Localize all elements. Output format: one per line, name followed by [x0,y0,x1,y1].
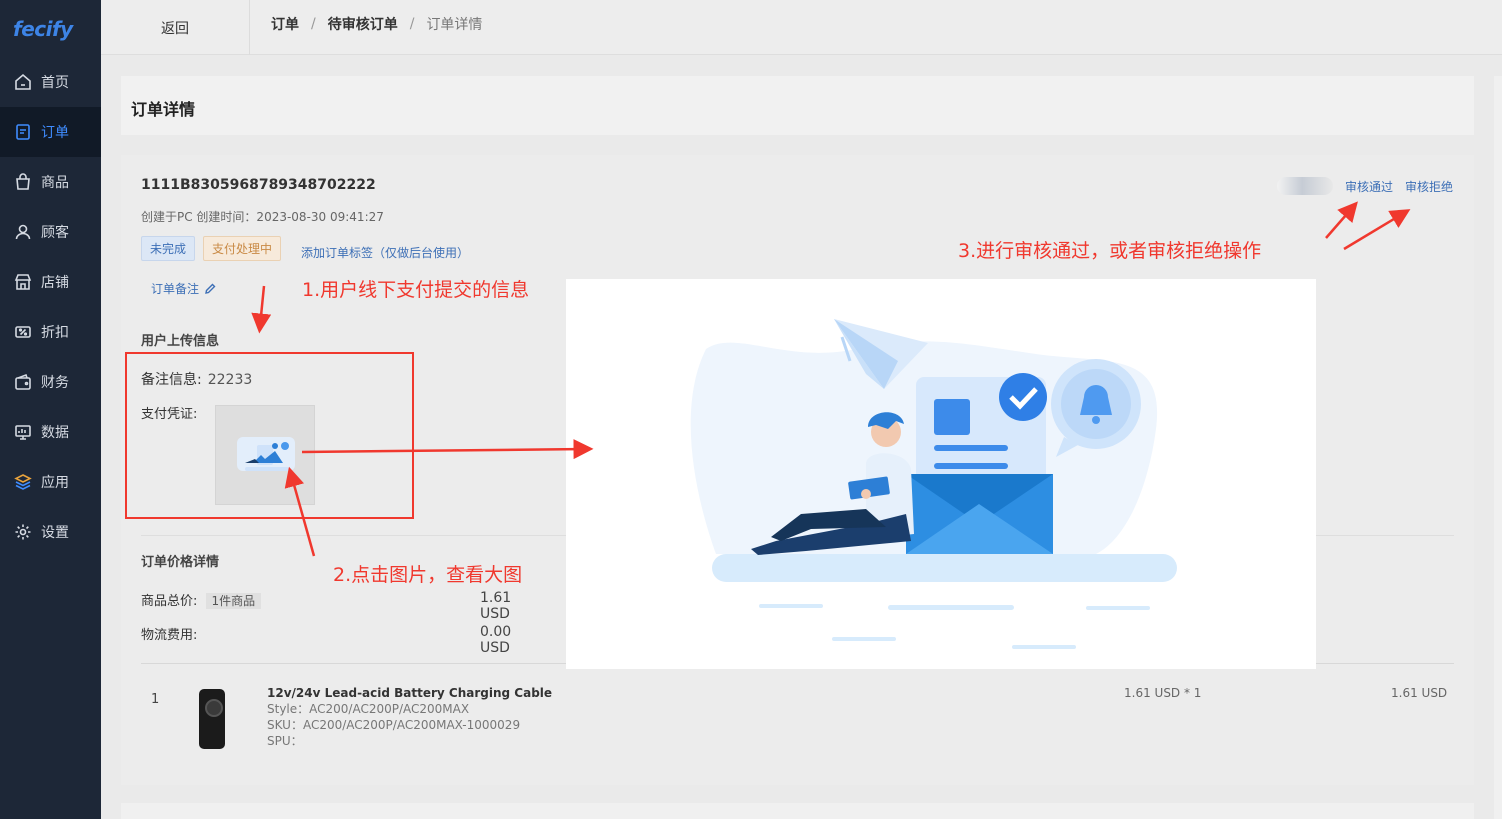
price-detail-title: 订单价格详情 [141,555,220,570]
image-preview-modal[interactable] [566,279,1316,669]
annotation-step2: 2.点击图片，查看大图 [333,564,523,586]
email-illustration [690,319,1177,649]
sidebar-item-orders[interactable]: 订单 [0,107,101,157]
product-sku: SKU：AC200/AC200P/AC200MAX-1000029 [267,718,521,732]
breadcrumb-pending-orders[interactable]: 待审核订单 [328,14,398,34]
sidebar-item-products[interactable]: 商品 [0,157,101,207]
breadcrumb-separator: / [409,16,415,32]
sidebar-item-label: 设置 [41,525,69,541]
shipping-label: 物流费用: [141,628,198,643]
shipping-row: 物流费用: 0.00 USD [141,624,541,656]
upload-info-title: 用户上传信息 [141,334,220,349]
gear-icon [14,523,32,541]
sidebar-item-label: 订单 [41,125,69,141]
breadcrumb-orders[interactable]: 订单 [271,14,299,34]
shipping-value: 0.00 USD [480,624,512,656]
sidebar-item-home[interactable]: 首页 [0,57,101,107]
order-remark-label: 订单备注 [151,282,200,296]
chart-icon [14,423,32,441]
add-order-tag-link[interactable]: 添加订单标签（仅做后台使用） [301,244,469,261]
sidebar-item-label: 财务 [41,375,69,391]
sidebar-item-data[interactable]: 数据 [0,407,101,457]
upload-info-highlight-box [125,352,414,519]
bag-icon [14,173,32,191]
sidebar: fecify 首页 订单 商品 顾客 店铺 折扣 财务 数据 应用 设置 [0,0,101,819]
breadcrumb-current: 订单详情 [426,17,483,33]
discount-icon [14,323,32,341]
product-spu: SPU： [267,734,303,748]
review-actions: 审核通过 审核拒绝 [1277,177,1465,195]
store-icon [14,273,32,291]
status-tags: 未完成 支付处理中 添加订单标签（仅做后台使用） [141,236,469,261]
pencil-icon [205,283,216,294]
sidebar-item-discount[interactable]: 折扣 [0,307,101,357]
sidebar-item-settings[interactable]: 设置 [0,507,101,557]
goods-total-label: 商品总价: [141,594,198,609]
top-bar: 返回 订单 / 待审核订单 / 订单详情 [101,0,1502,55]
product-image[interactable] [199,689,225,749]
order-id: 1111B8305968789348702222 [141,177,376,193]
product-info: 12v/24v Lead-acid Battery Charging Cable… [267,685,552,749]
product-style: Style：AC200/AC200P/AC200MAX [267,702,470,716]
order-remark-link[interactable]: 订单备注 [151,280,216,297]
page-header: 订单详情 [121,76,1474,135]
sidebar-item-label: 折扣 [41,325,69,341]
reject-button[interactable]: 审核拒绝 [1405,178,1453,195]
user-icon [14,223,32,241]
sidebar-item-label: 商品 [41,175,69,191]
breadcrumb-separator: / [311,16,316,32]
page-title: 订单详情 [131,100,196,119]
sidebar-item-customers[interactable]: 顾客 [0,207,101,257]
right-panel-edge [1494,76,1502,819]
item-total-price: 1.61 USD [1391,686,1448,700]
annotation-step1: 1.用户线下支付提交的信息 [302,279,530,301]
item-unit-price: 1.61 USD * 1 [1124,686,1202,700]
home-icon [14,73,32,91]
sidebar-item-label: 顾客 [41,225,69,241]
sidebar-item-store[interactable]: 店铺 [0,257,101,307]
item-index: 1 [151,692,160,707]
wallet-icon [14,373,32,391]
sidebar-item-apps[interactable]: 应用 [0,457,101,507]
sidebar-menu: 首页 订单 商品 顾客 店铺 折扣 财务 数据 应用 设置 [0,57,101,557]
logo[interactable]: fecify [0,0,101,57]
status-badge-incomplete: 未完成 [141,236,196,261]
sidebar-item-finance[interactable]: 财务 [0,357,101,407]
annotation-step3: 3.进行审核通过，或者审核拒绝操作 [958,240,1262,262]
sidebar-item-label: 店铺 [41,275,69,291]
approve-button[interactable]: 审核通过 [1345,178,1393,195]
breadcrumb: 订单 / 待审核订单 / 订单详情 [271,0,482,48]
sidebar-item-label: 应用 [41,475,69,491]
back-button[interactable]: 返回 [101,0,250,55]
sidebar-item-label: 数据 [41,425,69,441]
blurred-status [1277,177,1333,195]
goods-count-badge: 1件商品 [205,593,262,609]
goods-total-value: 1.61 USD [480,590,512,622]
next-card-edge [121,803,1474,819]
order-icon [14,123,32,141]
order-created-info: 创建于PC 创建时间：2023-08-30 09:41:27 [141,210,384,224]
status-badge-payment-processing: 支付处理中 [203,236,282,261]
logo-text: fecify [13,16,73,41]
apps-icon [14,473,32,491]
sidebar-item-label: 首页 [41,75,69,91]
goods-total-row: 商品总价: 1件商品 1.61 USD [141,590,541,622]
product-name[interactable]: 12v/24v Lead-acid Battery Charging Cable [267,685,552,701]
